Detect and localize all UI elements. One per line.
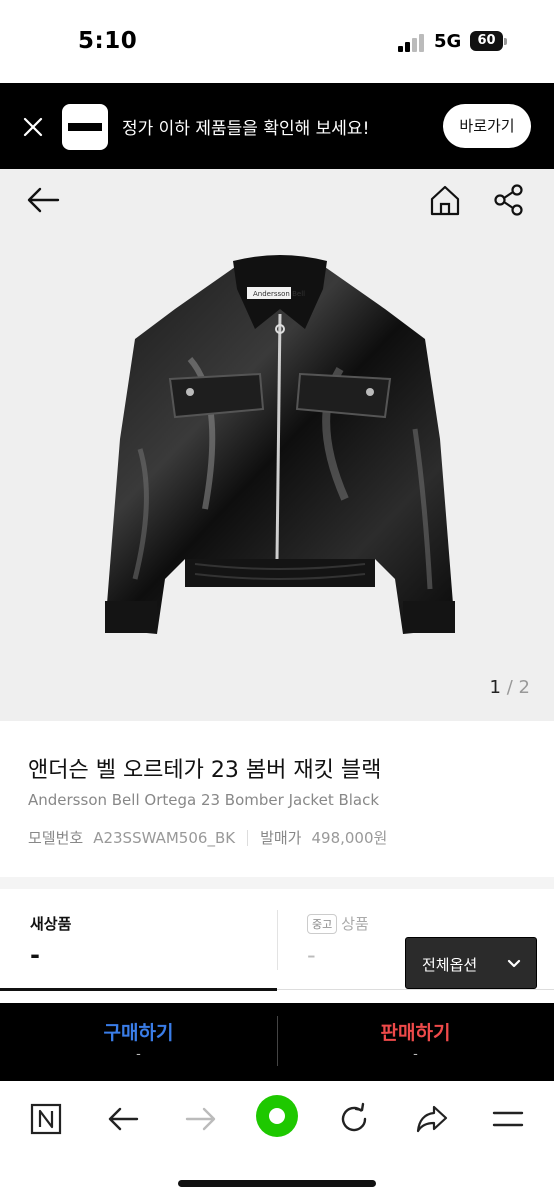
signal-icon (398, 34, 424, 52)
banner-message: 정가 이하 제품들을 확인해 보세요! (122, 119, 370, 139)
meta-divider (247, 829, 249, 846)
tab-baseline (277, 989, 554, 990)
forward-icon[interactable] (180, 1099, 220, 1139)
release-price-value: 498,000원 (311, 829, 388, 847)
battery-level: 60 (470, 31, 503, 51)
product-image-carousel[interactable]: Andersson Bell 1 / 2 (0, 169, 554, 721)
naver-n-icon[interactable] (26, 1099, 66, 1139)
image-page-counter: 1 / 2 (490, 677, 530, 698)
section-divider (0, 877, 554, 889)
buy-label: 구매하기 (103, 1022, 174, 1044)
all-options-dropdown[interactable]: 전체옵션 (405, 937, 537, 989)
refresh-icon[interactable] (334, 1099, 374, 1139)
product-title-ko: 앤더슨 벨 오르테가 23 봄버 재킷 블랙 (28, 758, 382, 783)
promo-banner[interactable]: 정가 이하 제품들을 확인해 보세요! 바로가기 (0, 83, 554, 169)
jacket-image: Andersson Bell (105, 255, 455, 634)
brand-tag: Andersson Bell (253, 290, 305, 298)
product-title-en: Andersson Bell Ortega 23 Bomber Jacket B… (28, 791, 380, 809)
network-type: 5G (434, 31, 462, 52)
brand-logo (62, 104, 108, 150)
green-home-icon[interactable] (254, 1093, 300, 1139)
go-button[interactable]: 바로가기 (443, 104, 531, 148)
status-time: 5:10 (78, 28, 138, 54)
sell-price: - (413, 1047, 418, 1062)
home-icon[interactable] (428, 183, 462, 217)
sell-button[interactable]: 판매하기 - (277, 1003, 554, 1081)
back-arrow-icon[interactable] (26, 185, 60, 215)
used-product-title: 중고 상품 (307, 913, 369, 934)
all-options-label: 전체옵션 (422, 956, 478, 974)
model-number-label: 모델번호 (28, 829, 84, 847)
new-product-label: 새상품 (30, 915, 72, 933)
close-icon[interactable] (22, 116, 44, 138)
used-badge: 중고 (307, 913, 338, 934)
chevron-down-icon (507, 959, 521, 968)
back-icon[interactable] (104, 1099, 144, 1139)
image-page-total: 2 (518, 677, 530, 698)
buy-button[interactable]: 구매하기 - (0, 1003, 277, 1081)
home-indicator (178, 1180, 376, 1187)
share-icon[interactable] (412, 1099, 452, 1139)
image-page-separator: / (506, 677, 513, 698)
used-product-price: - (307, 941, 316, 969)
battery-icon: 60 (470, 31, 507, 51)
status-bar: 5:10 5G 60 (0, 0, 554, 82)
image-page-current: 1 (489, 677, 501, 698)
model-number-value: A23SSWAM506_BK (93, 828, 236, 847)
menu-icon[interactable] (488, 1099, 528, 1139)
product-meta: 모델번호 A23SSWAM506_BK 발매가 498,000원 (28, 827, 387, 848)
used-product-label: 상품 (341, 915, 369, 933)
active-tab-indicator (0, 988, 277, 991)
release-price-label: 발매가 (260, 829, 302, 847)
tab-new-product[interactable]: 새상품 - (0, 889, 277, 989)
trade-divider (277, 1016, 278, 1066)
sell-label: 판매하기 (380, 1022, 451, 1044)
buy-price: - (136, 1047, 141, 1062)
new-product-price: - (30, 941, 40, 969)
share-icon[interactable] (492, 183, 526, 217)
